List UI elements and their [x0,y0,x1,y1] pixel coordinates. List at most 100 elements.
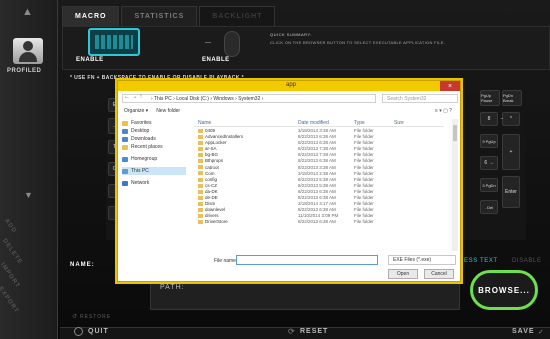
save-arrow-icon: ✓ [538,329,544,336]
file-date-cell: 8/22/2013 7:38 AM [298,146,336,152]
column-name[interactable]: Name [198,120,211,126]
file-name-cell: ar-SA [198,146,217,151]
column-size[interactable]: Size [394,120,404,126]
nav-item[interactable]: Desktop [122,127,186,135]
file-name-text: downlevel [205,207,226,213]
cancel-button[interactable]: Cancel [424,269,454,279]
nav-item[interactable]: Favorites [122,119,186,127]
address-bar[interactable]: › This PC › Local Disk (C:) › Windows › … [122,94,376,103]
file-name-text: catroot [205,164,219,170]
file-name-text: cs-CZ [205,182,217,188]
macro-app: ▲ PROFILED ▼ ADD DELETE IMPORT EXPORT MA… [0,0,550,339]
mouse-enable-label: ENABLE [202,57,230,63]
restore-icon: ↺ [72,314,78,320]
key-plus[interactable]: + [502,134,520,170]
file-name-cell: config [198,177,217,182]
file-name-cell: 0409 [198,128,215,133]
file-name-cell: AppLocker [198,140,227,145]
key-pgdn-break[interactable]: PgDn Break [502,90,522,106]
file-type-select[interactable]: EXE Files (*.exe) [388,255,456,265]
file-name-text: drivers [205,213,219,219]
main-tabs: MACRO STATISTICS BACKLIGHT [62,6,276,26]
open-file-dialog: app × › This PC › Local Disk (C:) › Wind… [117,80,461,282]
mouse-icon[interactable] [224,31,240,57]
file-list-header: Name Date modified Type Size [194,119,444,127]
file-type-cell: File folder [354,182,374,188]
key-num3[interactable]: 3 PgDn [480,178,498,192]
folder-icon [198,171,203,176]
nav-item[interactable]: Network [122,179,186,187]
file-date-cell: 8/22/2013 6:38 AM [298,219,336,225]
key-num6[interactable]: 6 → [480,156,498,170]
file-list-scrollbar[interactable] [452,119,458,251]
organize-menu[interactable]: Organize ▾ [124,108,148,114]
nav-item[interactable]: This PC [122,167,186,175]
scroll-up-arrow-icon[interactable]: ▲ [22,6,33,18]
file-name-cell: bg-BG [198,152,218,157]
browse-button[interactable]: BROWSE... [470,270,538,310]
file-name-cell: AdvancedInstallers [198,134,243,139]
file-date-cell: 8/22/2013 3:38 AM [298,164,336,170]
file-type-cell: File folder [354,176,374,182]
mouse-enable-toggle[interactable] [205,42,211,43]
dialog-title-bar[interactable]: app × [118,81,460,91]
key-enter[interactable]: Enter [502,176,520,208]
file-name-cell: Bthprops [198,158,223,163]
reset-button[interactable]: RESET [300,328,328,335]
file-name-text: AppLocker [205,140,227,146]
search-input[interactable]: Search System32 [382,94,458,103]
file-name-text: DriverStore [205,219,228,225]
file-name-text: 0409 [205,128,216,133]
express-text-option[interactable]: ESS TEXT [464,258,498,264]
column-type[interactable]: Type [354,120,365,126]
folder-icon [198,177,203,182]
close-icon[interactable]: × [440,81,460,91]
disable-option[interactable]: DISABLE [512,258,542,264]
folder-icon [198,147,203,152]
file-row[interactable]: DriverStore 8/22/2013 6:38 AM File folder [194,219,444,225]
file-type-cell: File folder [354,134,374,140]
keyboard-icon[interactable] [88,28,140,56]
nav-item[interactable]: Downloads [122,135,186,143]
tab-backlight[interactable]: BACKLIGHT [199,6,276,26]
folder-icon [198,189,203,194]
file-type-cell: File folder [354,152,374,158]
file-type-cell: File folder [354,188,374,194]
folder-icon [198,183,203,188]
file-name-cell: DriverStore [198,219,228,224]
file-date-cell: 8/22/2013 5:38 AM [298,182,336,188]
file-type-cell: File folder [354,207,374,213]
open-button[interactable]: Open [388,269,418,279]
file-date-cell: 8/22/2013 6:38 AM [298,188,336,194]
nav-item-label: Downloads [131,136,156,142]
key-num-dot[interactable]: . Del [480,200,498,214]
nav-arrows[interactable]: ← → ↑ [124,94,142,100]
macro-name-label: NAME: [70,262,95,268]
key-num9[interactable]: 9 PgUp [480,134,498,148]
key-star[interactable]: * [502,112,520,126]
network-icon [122,180,128,186]
save-button[interactable]: SAVE [512,328,535,335]
profile-avatar-icon[interactable] [13,38,43,64]
export-profile-button[interactable]: EXPORT [0,286,20,315]
column-date-modified[interactable]: Date modified [298,120,329,126]
file-type-cell: File folder [354,146,374,152]
add-profile-button[interactable]: ADD [3,218,17,235]
tab-macro[interactable]: MACRO [62,6,120,26]
key-pgup-pause[interactable]: PgUp Pause [480,90,500,106]
import-profile-button[interactable]: IMPORT [0,262,21,289]
homegroup-icon [122,156,128,162]
restore-button[interactable]: RESTORE [80,314,111,320]
new-folder-button[interactable]: New folder [156,108,180,114]
nav-item[interactable]: Recent places [122,143,186,151]
file-name-label: File name: [214,258,238,264]
key-num8[interactable]: 8 [480,112,498,126]
quit-button[interactable]: QUIT [88,328,109,335]
nav-item[interactable]: Homegroup [122,155,186,163]
file-date-cell: 3/18/2014 3:17 AM [298,201,336,207]
tab-statistics[interactable]: STATISTICS [121,6,198,26]
file-date-cell: 3/18/2014 3:38 AM [298,128,336,133]
file-name-input[interactable] [236,255,378,265]
scroll-down-arrow-icon[interactable]: ▼ [24,190,33,200]
view-controls[interactable]: ≡ ▾ ▢ ? [435,108,452,114]
